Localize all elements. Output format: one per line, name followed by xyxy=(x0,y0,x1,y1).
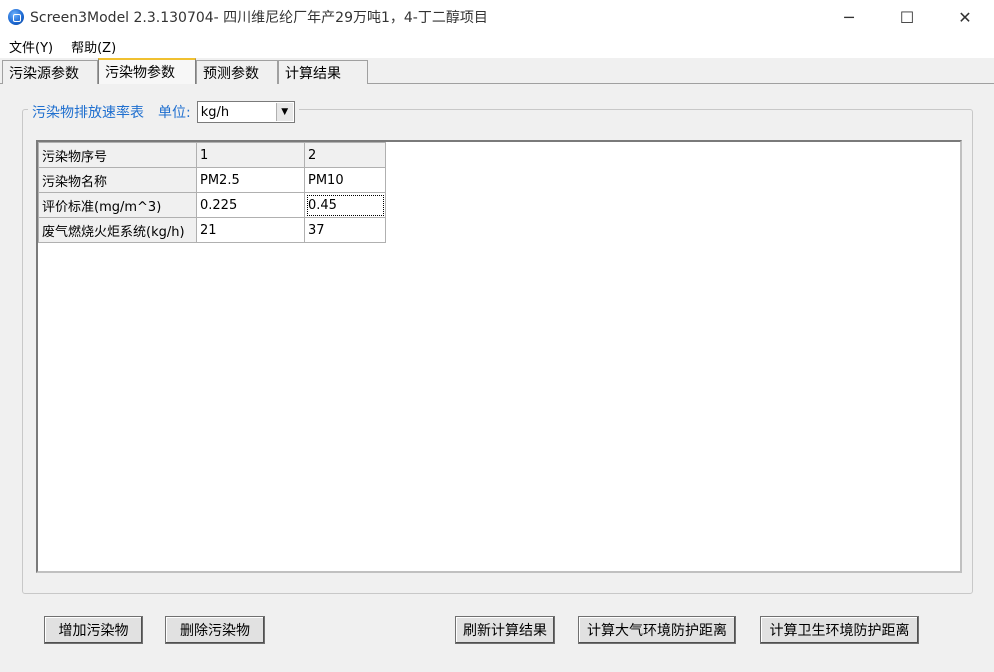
unit-value: kg/h xyxy=(200,104,230,120)
maximize-button[interactable]: ☐ xyxy=(878,0,936,34)
close-button[interactable]: ✕ xyxy=(936,0,994,34)
grid-cell[interactable]: PM10 xyxy=(304,167,386,193)
unit-select[interactable]: kg/h ▼ xyxy=(196,101,295,123)
table-row: 废气燃烧火炬系统(kg/h) 21 37 xyxy=(38,217,386,243)
grid-cell-focused[interactable]: 0.45 xyxy=(304,192,386,218)
grid-cell[interactable]: 37 xyxy=(304,217,386,243)
window-controls: ─ ☐ ✕ xyxy=(820,0,994,34)
refresh-results-button[interactable]: 刷新计算结果 xyxy=(455,616,555,644)
tab-prediction[interactable]: 预测参数 xyxy=(196,60,278,84)
table-row: 污染物名称 PM2.5 PM10 xyxy=(38,167,386,193)
window-title: Screen3Model 2.3.130704- 四川维尼纶厂年产29万吨1，4… xyxy=(30,10,488,26)
grid-cell[interactable]: 0.225 xyxy=(196,192,305,218)
row-header: 污染物序号 xyxy=(38,142,197,168)
add-pollutant-button[interactable]: 增加污染物 xyxy=(44,616,143,644)
tab-pollutant[interactable]: 污染物参数 xyxy=(98,58,196,84)
table-row: 污染物序号 1 2 xyxy=(38,142,386,168)
calc-air-distance-button[interactable]: 计算大气环境防护距离 xyxy=(578,616,736,644)
title-bar: Screen3Model 2.3.130704- 四川维尼纶厂年产29万吨1，4… xyxy=(0,0,994,34)
table-row: 评价标准(mg/m^3) 0.225 0.45 xyxy=(38,192,386,218)
unit-label: 单位: xyxy=(158,105,191,121)
grid-cell[interactable]: 21 xyxy=(196,217,305,243)
row-header: 评价标准(mg/m^3) xyxy=(38,192,197,218)
calc-health-distance-button[interactable]: 计算卫生环境防护距离 xyxy=(760,616,919,644)
row-header: 污染物名称 xyxy=(38,167,197,193)
group-title: 污染物排放速率表 xyxy=(32,105,144,121)
menu-bar: 文件(Y) 帮助(Z) xyxy=(0,34,994,58)
column-header: 1 xyxy=(196,142,305,168)
tab-strip: 污染源参数 污染物参数 预测参数 计算结果 xyxy=(0,58,994,84)
tab-pollution-source[interactable]: 污染源参数 xyxy=(2,60,98,84)
grid-cell[interactable]: PM2.5 xyxy=(196,167,305,193)
emission-grid[interactable]: 污染物序号 1 2 污染物名称 PM2.5 PM10 评价标准(mg/m^3) … xyxy=(36,140,962,573)
menu-file[interactable]: 文件(Y) xyxy=(0,37,62,56)
group-header: 污染物排放速率表 单位: kg/h ▼ xyxy=(28,100,299,124)
column-header: 2 xyxy=(304,142,386,168)
emission-table: 污染物序号 1 2 污染物名称 PM2.5 PM10 评价标准(mg/m^3) … xyxy=(38,142,386,243)
delete-pollutant-button[interactable]: 删除污染物 xyxy=(165,616,265,644)
minimize-button[interactable]: ─ xyxy=(820,0,878,34)
app-icon xyxy=(8,9,24,25)
tab-results[interactable]: 计算结果 xyxy=(278,60,368,84)
chevron-down-icon[interactable]: ▼ xyxy=(275,103,293,121)
row-header: 废气燃烧火炬系统(kg/h) xyxy=(38,217,197,243)
menu-help[interactable]: 帮助(Z) xyxy=(62,37,125,56)
